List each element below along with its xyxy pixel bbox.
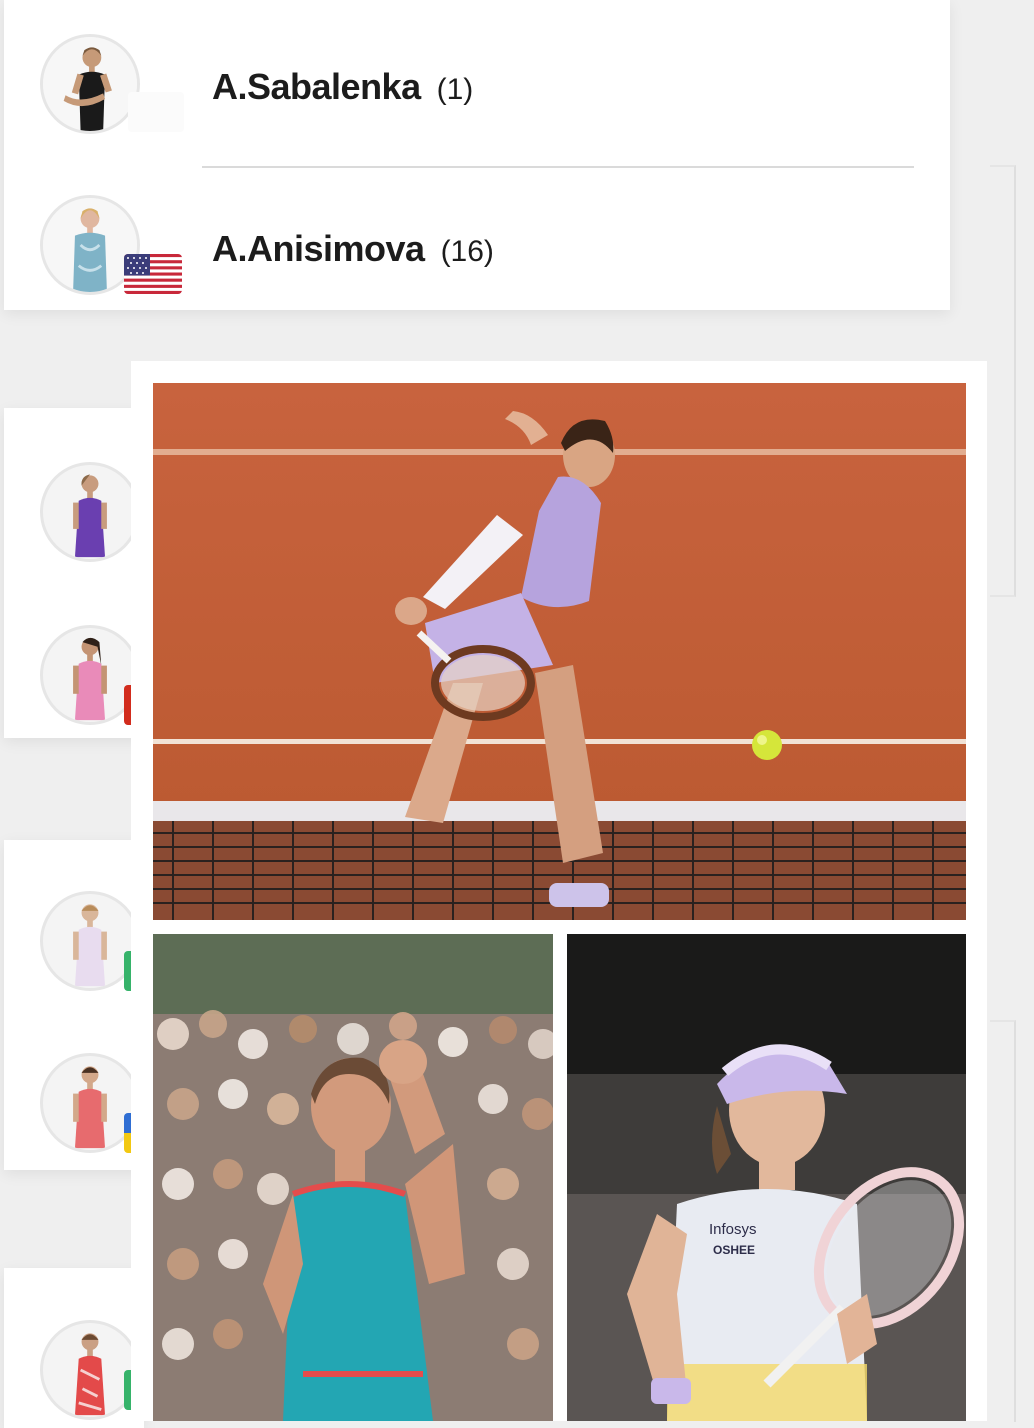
tennis-photo-icon[interactable]: Infosys OSHEE: [567, 934, 966, 1421]
bracket-connector-line: [990, 165, 1016, 597]
player-row-1[interactable]: A.Sabalenka (1): [4, 0, 950, 168]
player-seed: (16): [440, 235, 494, 268]
us-flag-icon: [124, 254, 182, 294]
photo-gallery: Infosys OSHEE: [131, 361, 987, 1421]
player-row-2[interactable]: A.Anisimova (16): [4, 168, 950, 310]
player-name[interactable]: A.Sabalenka: [212, 66, 421, 108]
match-card[interactable]: A.Sabalenka (1) A.Anisimova (16): [4, 0, 950, 310]
tennis-photo-icon[interactable]: [153, 383, 966, 920]
flag-icon: [128, 92, 184, 132]
player-avatar-icon: [40, 462, 140, 562]
tennis-photo-icon[interactable]: [153, 934, 553, 1421]
bracket-connector-line: [990, 1020, 1016, 1422]
player-avatar-icon: [40, 34, 140, 134]
player-seed: (1): [436, 73, 474, 106]
shirt-sponsor-text: OSHEE: [713, 1243, 755, 1257]
shirt-sponsor-text: Infosys: [709, 1221, 757, 1238]
player-name[interactable]: A.Anisimova: [212, 228, 425, 270]
